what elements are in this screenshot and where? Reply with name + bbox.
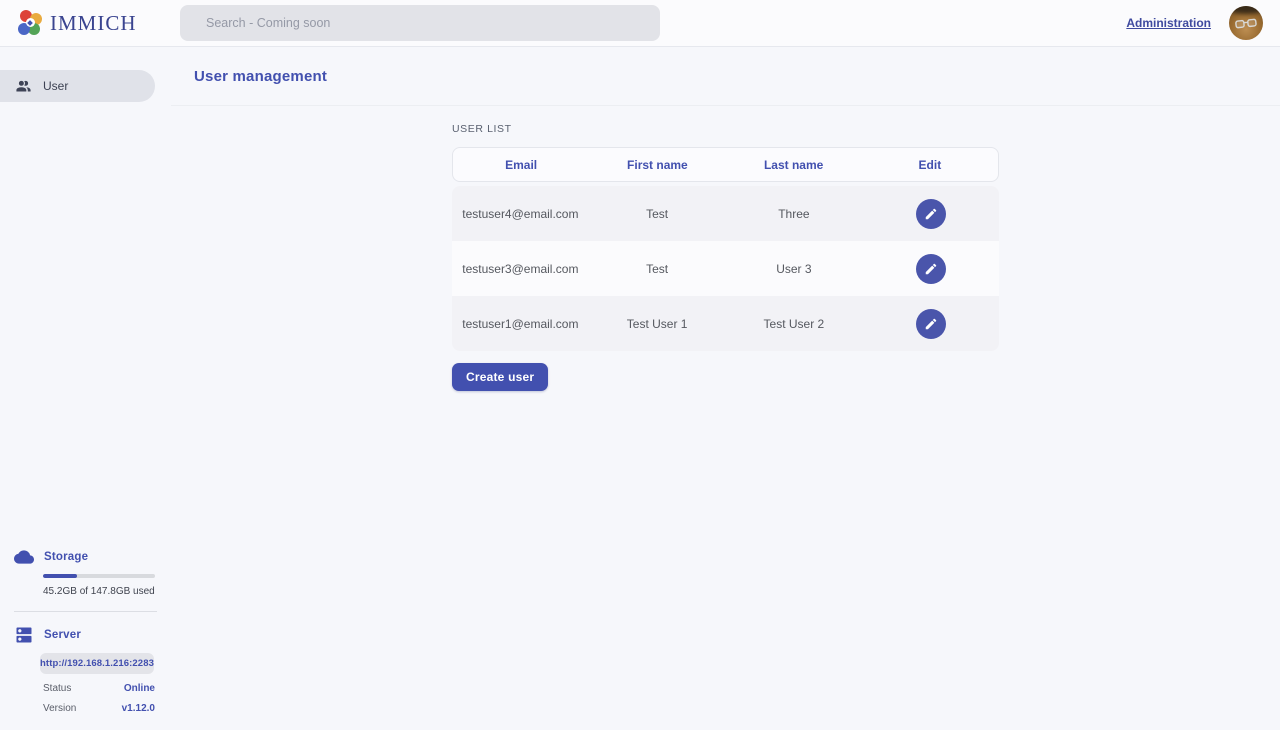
administration-link[interactable]: Administration bbox=[1126, 16, 1211, 30]
table-body: testuser4@email.com Test Three testuser3… bbox=[452, 186, 999, 351]
section-label: USER LIST bbox=[452, 123, 999, 135]
users-icon bbox=[15, 78, 32, 95]
server-title: Server bbox=[44, 629, 81, 641]
server-block: Server http://192.168.1.216:2283 Status … bbox=[14, 625, 157, 714]
storage-block: Storage 45.2GB of 147.8GB used bbox=[14, 547, 157, 597]
column-header-first-name: First name bbox=[589, 158, 725, 172]
search-input[interactable] bbox=[180, 5, 660, 41]
create-user-button[interactable]: Create user bbox=[452, 363, 548, 391]
pencil-icon bbox=[924, 317, 938, 331]
cell-first-name: Test bbox=[589, 207, 726, 221]
sidebar-item-user[interactable]: User bbox=[0, 70, 155, 102]
table-row: testuser1@email.com Test User 1 Test Use… bbox=[452, 296, 999, 351]
user-avatar[interactable] bbox=[1229, 6, 1263, 40]
server-icon bbox=[14, 625, 34, 645]
table-row: testuser4@email.com Test Three bbox=[452, 186, 999, 241]
navbar-right: Administration bbox=[1126, 6, 1280, 40]
table-header-row: Email First name Last name Edit bbox=[452, 147, 999, 182]
cloud-icon bbox=[14, 547, 34, 567]
storage-title: Storage bbox=[44, 551, 88, 563]
sidebar-footer: Storage 45.2GB of 147.8GB used Server ht… bbox=[0, 547, 171, 730]
storage-progress-bar bbox=[43, 574, 155, 578]
version-label: Version bbox=[43, 703, 76, 714]
page-title: User management bbox=[194, 68, 327, 85]
cell-last-name: Test User 2 bbox=[726, 317, 863, 331]
server-status-row: Status Online bbox=[43, 683, 155, 694]
version-value: v1.12.0 bbox=[122, 703, 155, 714]
sidebar-item-label: User bbox=[43, 79, 68, 93]
cell-last-name: User 3 bbox=[726, 262, 863, 276]
cell-first-name: Test User 1 bbox=[589, 317, 726, 331]
cell-email: testuser4@email.com bbox=[452, 207, 589, 221]
cell-first-name: Test bbox=[589, 262, 726, 276]
server-url-badge: http://192.168.1.216:2283 bbox=[40, 653, 154, 674]
logo-wordmark: IMMICH bbox=[50, 11, 137, 36]
cell-last-name: Three bbox=[726, 207, 863, 221]
pencil-icon bbox=[924, 262, 938, 276]
column-header-edit: Edit bbox=[862, 158, 998, 172]
storage-progress-fill bbox=[43, 574, 77, 578]
title-bar: User management bbox=[171, 47, 1280, 106]
column-header-email: Email bbox=[453, 158, 589, 172]
pencil-icon bbox=[924, 207, 938, 221]
sidebar: User Storage 45.2GB of 147.8GB used bbox=[0, 47, 171, 730]
immich-logo-icon bbox=[18, 11, 42, 35]
status-label: Status bbox=[43, 683, 71, 694]
glasses-icon bbox=[1235, 18, 1258, 30]
edit-user-button[interactable] bbox=[916, 199, 946, 229]
sidebar-divider bbox=[14, 611, 157, 612]
edit-user-button[interactable] bbox=[916, 309, 946, 339]
main-content: User management USER LIST Email First na… bbox=[171, 47, 1280, 730]
cell-email: testuser1@email.com bbox=[452, 317, 589, 331]
edit-user-button[interactable] bbox=[916, 254, 946, 284]
top-navbar: IMMICH Administration bbox=[0, 0, 1280, 47]
cell-email: testuser3@email.com bbox=[452, 262, 589, 276]
storage-usage-text: 45.2GB of 147.8GB used bbox=[43, 586, 157, 597]
user-list-section: USER LIST Email First name Last name Edi… bbox=[452, 123, 999, 391]
table-row: testuser3@email.com Test User 3 bbox=[452, 241, 999, 296]
column-header-last-name: Last name bbox=[726, 158, 862, 172]
status-value: Online bbox=[124, 683, 155, 694]
server-version-row: Version v1.12.0 bbox=[43, 703, 155, 714]
app-logo[interactable]: IMMICH bbox=[0, 11, 137, 36]
